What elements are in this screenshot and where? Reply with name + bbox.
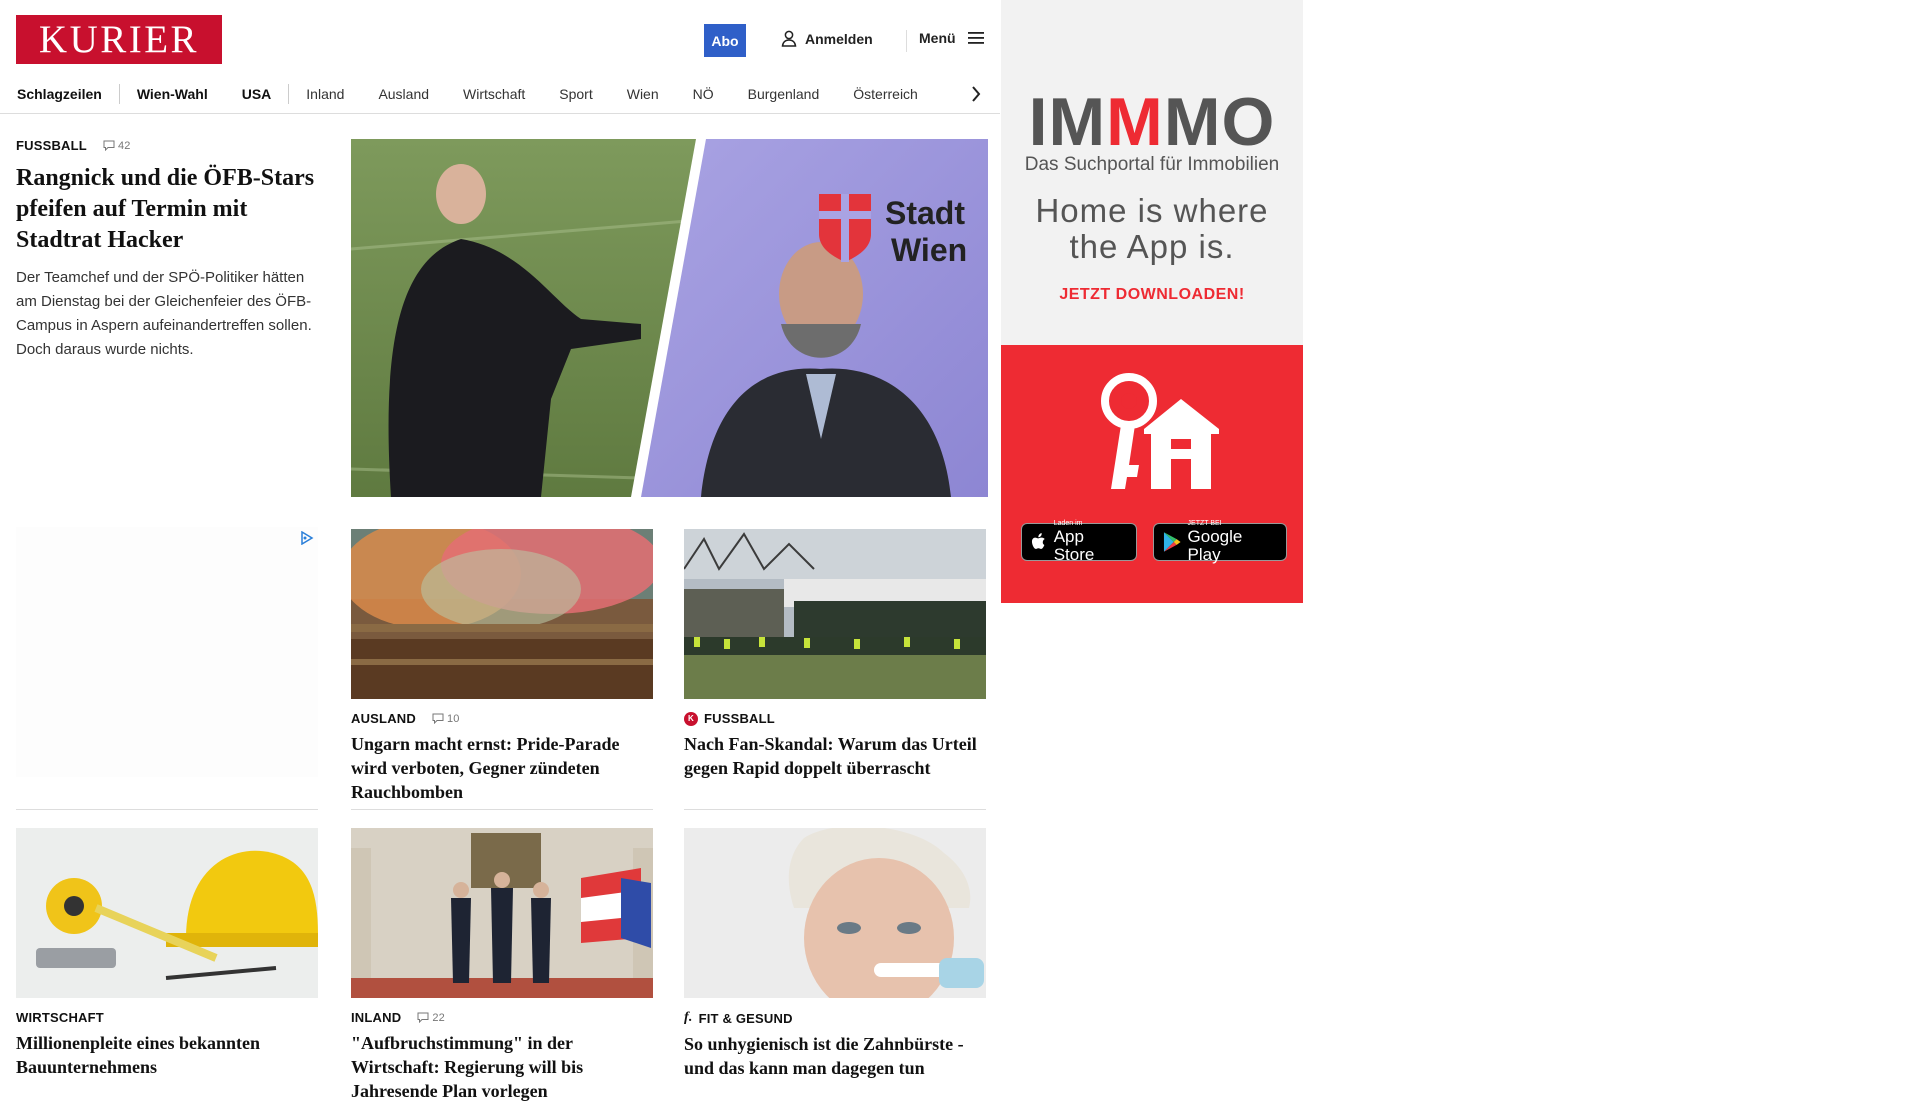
immmo-logo: IMMMO [1028,84,1276,160]
house-key-icon [1101,373,1219,489]
article-headline: Nach Fan-Skandal: Warum das Urteil gegen… [684,734,977,778]
kurier-sport-icon: K [684,711,698,726]
lead-image[interactable]: Stadt Wien [351,139,988,497]
article-thumbnail [351,828,653,998]
login-label: Anmelden [805,30,873,47]
nav-item-ausland[interactable]: Ausland [361,83,446,105]
user-icon [781,30,797,47]
article-thumbnail [16,828,318,998]
divider [351,809,653,810]
site-header: KURIER Abo Anmelden Menü Schlagzeilen Wi… [0,0,1000,115]
header-border [0,113,1000,114]
comment-icon [103,140,115,151]
apple-icon [1031,533,1045,549]
article-kicker: AUSLAND 10 [351,711,460,726]
nav-item-burgenland[interactable]: Burgenland [731,83,837,105]
ad-top-panel: IMMMO Das Suchportal für Immobilien Home… [1001,0,1303,345]
lead-kicker: FUSSBALL 42 [16,138,131,153]
lead-image-text: Stadt [885,195,965,231]
login-button[interactable]: Anmelden [781,30,873,47]
google-play-button[interactable]: JETZT BEI Google Play [1153,520,1287,564]
nav-item-sport[interactable]: Sport [542,83,609,105]
ad-slot-left[interactable] [16,527,318,777]
comment-icon [417,1012,429,1023]
lead-photo: Stadt Wien [351,139,988,497]
article-kicker: f. FIT & GESUND [684,1010,793,1026]
divider [16,809,318,810]
nav-scroll-right-button[interactable] [966,83,986,105]
comment-count: 22 [417,1012,445,1024]
ad-slogan: Home is where the App is. [1035,192,1269,265]
menu-label: Menü [919,30,956,46]
nav-item-wirtschaft[interactable]: Wirtschaft [446,83,542,105]
article-kicker: WIRTSCHAFT [16,1010,104,1025]
nav-item-oesterreich[interactable]: Österreich [836,83,935,105]
ad-bottom-panel: Laden im App Store JETZT BEI Google Play [1001,345,1303,603]
section-nav: Schlagzeilen Wien-Wahl USA Inland Auslan… [0,75,990,113]
lead-image-text: Wien [891,232,967,268]
nav-item-noe[interactable]: NÖ [676,83,731,105]
article-thumbnail [684,828,986,998]
menu-button[interactable]: Menü [919,30,985,46]
article-thumbnail [351,529,653,699]
article-kicker: K FUSSBALL [684,711,986,726]
article-thumbnail [684,529,986,699]
fit-gesund-icon: f. [684,1010,693,1025]
nav-item-inland[interactable]: Inland [289,83,361,105]
article-card[interactable]: INLAND 22 "Aufbruchstimmung" in der Wirt… [351,828,653,1103]
ad-cta[interactable]: JETZT DOWNLOADEN! [1001,286,1303,304]
comment-icon [432,713,444,724]
abo-button[interactable]: Abo [704,24,746,57]
article-headline: So unhygienisch ist die Zahnbürste - und… [684,1034,964,1078]
ad-subline: Das Suchportal für Immobilien [1024,154,1280,175]
article-headline: Millionenpleite eines bekannten Bauunter… [16,1033,261,1077]
adchoices-icon[interactable] [300,531,314,545]
kurier-logo[interactable]: KURIER [16,15,222,64]
lead-headline: Rangnick und die ÖFB-Stars pfeifen auf T… [16,165,315,253]
nav-item-wien[interactable]: Wien [610,83,676,105]
nav-item-usa[interactable]: USA [225,83,289,105]
lead-article[interactable]: FUSSBALL 42 Rangnick und die ÖFB-Stars p… [16,138,316,362]
google-play-icon [1163,532,1181,552]
article-card[interactable]: AUSLAND 10 Ungarn macht ernst: Pride-Par… [351,529,653,804]
lead-teaser: Der Teamchef und der SPÖ-Politiker hätte… [16,269,312,358]
app-store-button[interactable]: Laden im App Store [1021,520,1137,564]
divider [684,809,986,810]
header-divider [906,30,907,52]
chevron-right-icon [972,86,981,102]
hamburger-icon [967,32,984,44]
article-headline: "Aufbruchstimmung" in der Wirtschaft: Re… [351,1033,584,1101]
nav-item-wien-wahl[interactable]: Wien-Wahl [120,83,225,105]
article-headline: Ungarn macht ernst: Pride-Parade wird ve… [351,734,620,802]
article-card[interactable]: f. FIT & GESUND So unhygienisch ist die … [684,828,986,1080]
nav-item-schlagzeilen[interactable]: Schlagzeilen [0,83,119,105]
comment-count: 42 [103,140,131,152]
immmo-ad[interactable]: IMMMO Das Suchportal für Immobilien Home… [1001,0,1303,603]
article-kicker: INLAND 22 [351,1010,445,1025]
article-card[interactable]: WIRTSCHAFT Millionenpleite eines bekannt… [16,828,318,1079]
comment-count: 10 [432,713,460,725]
article-card[interactable]: K FUSSBALL Nach Fan-Skandal: Warum das U… [684,529,986,780]
